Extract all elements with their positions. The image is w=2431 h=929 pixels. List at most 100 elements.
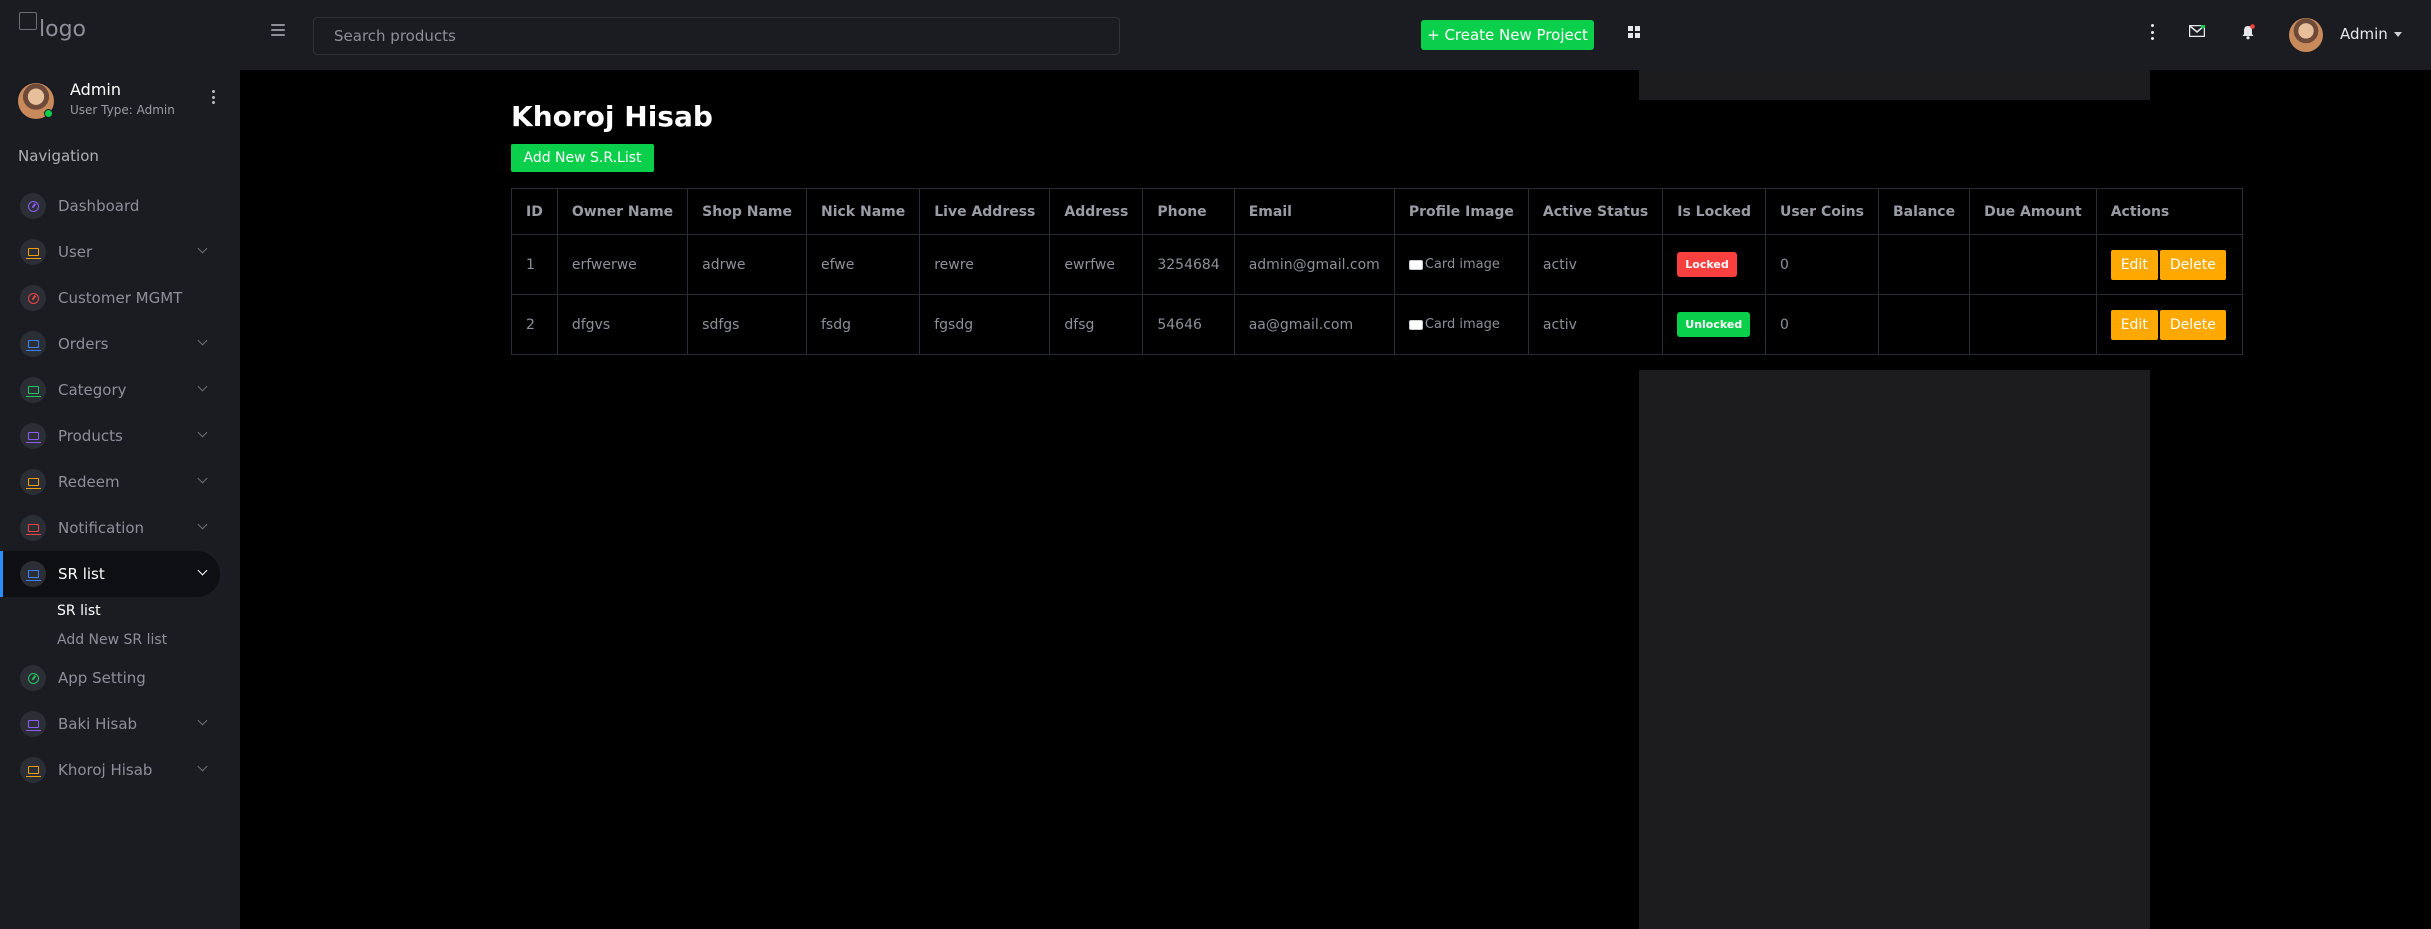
- cell-profile-image: Card image: [1393, 234, 1529, 295]
- more-options-icon[interactable]: [211, 90, 215, 104]
- profile-image: Card image: [1408, 257, 1514, 272]
- broken-image-icon: [1408, 259, 1423, 270]
- sidebar-item-label: User: [58, 243, 93, 261]
- sidebar-item-redeem[interactable]: Redeem: [0, 459, 240, 505]
- column-header: Due Amount: [1969, 188, 2097, 235]
- column-header: Active Status: [1527, 188, 1664, 235]
- delete-button[interactable]: Delete: [2159, 309, 2226, 340]
- gauge-icon: [27, 292, 39, 304]
- top-bar: logo + Create New Project Admin: [0, 0, 2431, 70]
- gauge-icon: [27, 672, 39, 684]
- chevron-down-icon: [197, 715, 208, 726]
- sidebar-item-app-setting[interactable]: App Setting: [0, 655, 240, 701]
- user-menu[interactable]: Admin: [2340, 25, 2402, 43]
- edit-button[interactable]: Edit: [2110, 249, 2158, 280]
- page-title: Khoroj Hisab: [511, 100, 713, 133]
- logo-alt-text: logo: [39, 17, 86, 42]
- sidebar-menu: Dashboard User Customer MGMT Orders Cate…: [0, 183, 240, 793]
- column-header: Shop Name: [687, 188, 807, 235]
- sidebar-item-khoroj-hisab[interactable]: Khoroj Hisab: [0, 747, 240, 793]
- chevron-down-icon: [197, 519, 208, 530]
- laptop-icon: [25, 720, 41, 731]
- cell-user-coins: 0: [1764, 294, 1879, 355]
- sidebar-item-user[interactable]: User: [0, 229, 240, 275]
- sidebar-user-type: User Type: Admin: [70, 103, 175, 117]
- sr-list-table: ID Owner Name Shop Name Nick Name Live A…: [511, 188, 2243, 355]
- search-input[interactable]: [313, 17, 1120, 55]
- table-row: 2 dfgvs sdfgs fsdg fgsdg dfsg 54646 aa@g…: [511, 294, 2243, 355]
- column-header: Nick Name: [805, 188, 921, 235]
- sidebar-item-baki-hisab[interactable]: Baki Hisab: [0, 701, 240, 747]
- sidebar-item-category[interactable]: Category: [0, 367, 240, 413]
- more-options-icon[interactable]: [2150, 24, 2154, 40]
- sidebar-item-label: Khoroj Hisab: [58, 761, 153, 779]
- menu-toggle-icon[interactable]: [271, 24, 285, 36]
- chevron-down-icon: [197, 335, 208, 346]
- sidebar: Admin User Type: Admin Navigation Dashbo…: [0, 70, 240, 929]
- cell-balance: [1877, 234, 1971, 295]
- cell-balance: [1877, 294, 1971, 355]
- apps-grid-icon[interactable]: [1628, 26, 1640, 38]
- sidebar-item-dashboard[interactable]: Dashboard: [0, 183, 240, 229]
- cell-is-locked: Unlocked: [1662, 294, 1766, 355]
- cell-nick-name: fsdg: [805, 294, 921, 355]
- chevron-down-icon: [197, 381, 208, 392]
- chevron-down-icon: [197, 243, 208, 254]
- main-content: Khoroj Hisab Add New S.R.List ID Owner N…: [240, 70, 2431, 929]
- cell-actions: Edit Delete: [2095, 294, 2243, 355]
- sidebar-item-label: Dashboard: [58, 197, 140, 215]
- sidebar-item-label: App Setting: [58, 669, 146, 687]
- cell-address: ewrfwe: [1049, 234, 1144, 295]
- submenu-item-sr-list[interactable]: SR list: [57, 597, 240, 626]
- cell-profile-image: Card image: [1393, 294, 1529, 355]
- cell-live-address: rewre: [919, 234, 1051, 295]
- sidebar-item-label: Category: [58, 381, 127, 399]
- sidebar-item-orders[interactable]: Orders: [0, 321, 240, 367]
- cell-shop-name: adrwe: [687, 234, 807, 295]
- chevron-down-icon: [197, 761, 208, 772]
- column-header: Email: [1233, 188, 1395, 235]
- laptop-icon: [25, 248, 41, 259]
- cell-live-address: fgsdg: [919, 294, 1051, 355]
- column-header: Owner Name: [556, 188, 689, 235]
- sidebar-item-products[interactable]: Products: [0, 413, 240, 459]
- laptop-icon: [25, 524, 41, 535]
- cell-email: aa@gmail.com: [1233, 294, 1395, 355]
- profile-image: Card image: [1408, 317, 1514, 332]
- sidebar-item-notification[interactable]: Notification: [0, 505, 240, 551]
- cell-due-amount: [1969, 294, 2097, 355]
- cell-id: 1: [511, 234, 558, 295]
- chevron-down-icon: [197, 473, 208, 484]
- sidebar-item-customer-mgmt[interactable]: Customer MGMT: [0, 275, 240, 321]
- broken-image-icon: [19, 12, 37, 30]
- column-header: Balance: [1877, 188, 1971, 235]
- table-header-row: ID Owner Name Shop Name Nick Name Live A…: [511, 188, 2243, 235]
- sidebar-user-name: Admin: [70, 80, 121, 99]
- logo[interactable]: logo: [19, 10, 89, 50]
- sidebar-item-label: SR list: [58, 565, 105, 583]
- sidebar-item-label: Baki Hisab: [58, 715, 138, 733]
- nav-title: Navigation: [18, 147, 99, 165]
- add-new-sr-list-button[interactable]: Add New S.R.List: [511, 144, 654, 172]
- cell-address: dfsg: [1049, 294, 1144, 355]
- delete-button[interactable]: Delete: [2159, 249, 2226, 280]
- laptop-icon: [25, 432, 41, 443]
- bell-icon[interactable]: [2240, 24, 2256, 40]
- column-header: Is Locked: [1662, 188, 1766, 235]
- laptop-icon: [25, 570, 41, 581]
- mail-icon[interactable]: [2189, 25, 2205, 37]
- laptop-icon: [25, 478, 41, 489]
- edit-button[interactable]: Edit: [2110, 309, 2158, 340]
- cell-owner-name: erfwerwe: [556, 234, 689, 295]
- column-header: Profile Image: [1393, 188, 1529, 235]
- cell-due-amount: [1969, 234, 2097, 295]
- create-new-project-button[interactable]: + Create New Project: [1421, 20, 1594, 50]
- cell-active-status: activ: [1527, 234, 1664, 295]
- chevron-down-icon: [197, 427, 208, 438]
- status-badge: Locked: [1677, 252, 1737, 277]
- cell-is-locked: Locked: [1662, 234, 1766, 295]
- column-header: Actions: [2095, 188, 2243, 235]
- sidebar-item-sr-list[interactable]: SR list: [0, 551, 220, 597]
- avatar[interactable]: [2289, 18, 2323, 52]
- submenu-item-add-new-sr-list[interactable]: Add New SR list: [57, 626, 240, 655]
